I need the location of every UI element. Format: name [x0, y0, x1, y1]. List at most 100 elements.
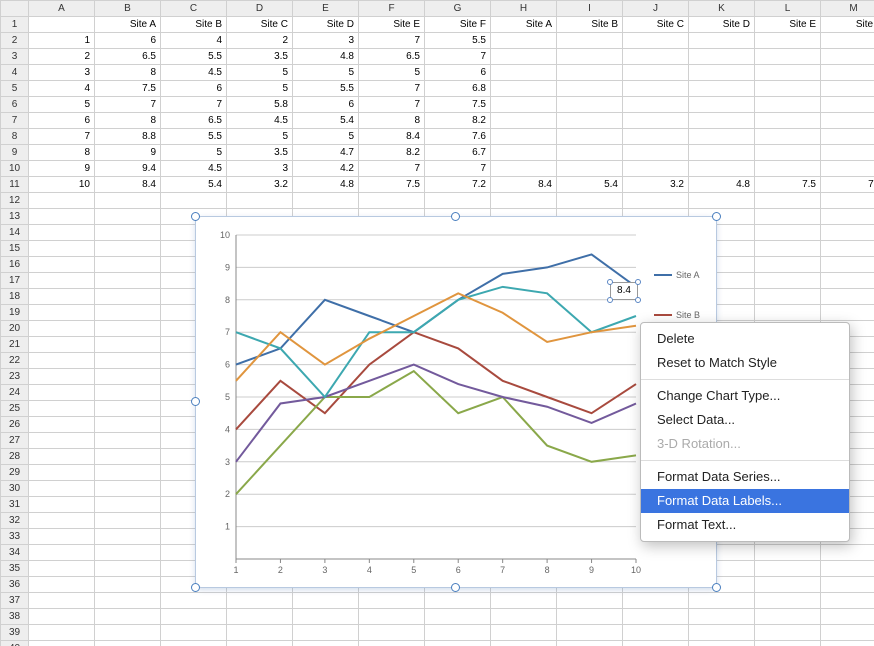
cell[interactable]: 5.8: [227, 97, 293, 113]
cell[interactable]: [755, 593, 821, 609]
cell[interactable]: [95, 433, 161, 449]
cell[interactable]: [227, 641, 293, 646]
cell[interactable]: [755, 625, 821, 641]
cell[interactable]: [29, 401, 95, 417]
cell[interactable]: 3.2: [623, 177, 689, 193]
cell[interactable]: [29, 625, 95, 641]
cell[interactable]: [689, 129, 755, 145]
cell[interactable]: 4.7: [293, 145, 359, 161]
row-header[interactable]: 7: [1, 113, 29, 129]
cell[interactable]: 5: [359, 65, 425, 81]
row-header[interactable]: 35: [1, 561, 29, 577]
label-handle[interactable]: [607, 279, 613, 285]
row-header[interactable]: 34: [1, 545, 29, 561]
cell[interactable]: [623, 129, 689, 145]
cell[interactable]: [95, 609, 161, 625]
cell[interactable]: [29, 369, 95, 385]
cell[interactable]: [359, 625, 425, 641]
cell[interactable]: [491, 161, 557, 177]
cell[interactable]: [623, 81, 689, 97]
cell[interactable]: [755, 273, 821, 289]
cell[interactable]: [29, 545, 95, 561]
cell[interactable]: 4: [161, 33, 227, 49]
cell[interactable]: [491, 193, 557, 209]
cell[interactable]: [557, 33, 623, 49]
cell[interactable]: [821, 49, 874, 65]
cell[interactable]: [623, 97, 689, 113]
col-header[interactable]: D: [227, 1, 293, 17]
cell[interactable]: [821, 641, 874, 646]
label-handle[interactable]: [635, 297, 641, 303]
row-header[interactable]: 26: [1, 417, 29, 433]
col-header[interactable]: B: [95, 1, 161, 17]
cell[interactable]: [29, 561, 95, 577]
cell[interactable]: [95, 545, 161, 561]
cell[interactable]: [821, 593, 874, 609]
cell[interactable]: [29, 273, 95, 289]
chart-context-menu[interactable]: DeleteReset to Match StyleChange Chart T…: [640, 322, 850, 542]
cell[interactable]: [689, 81, 755, 97]
cell[interactable]: 6: [161, 81, 227, 97]
cell[interactable]: 6.7: [425, 145, 491, 161]
column-header-row[interactable]: A B C D E F G H I J K L M: [1, 1, 874, 17]
row-header[interactable]: 27: [1, 433, 29, 449]
cell[interactable]: 8: [29, 145, 95, 161]
row-header[interactable]: 31: [1, 497, 29, 513]
cell[interactable]: [491, 65, 557, 81]
cell[interactable]: [29, 497, 95, 513]
cell[interactable]: [821, 193, 874, 209]
cell[interactable]: 8.2: [425, 113, 491, 129]
data-label-selected[interactable]: 8.4: [610, 282, 638, 300]
cell[interactable]: [755, 577, 821, 593]
chart-resize-handle[interactable]: [712, 212, 721, 221]
cell[interactable]: Site E: [755, 17, 821, 33]
row-header[interactable]: 21: [1, 337, 29, 353]
cell[interactable]: [491, 641, 557, 646]
cell[interactable]: [425, 625, 491, 641]
cell[interactable]: [689, 113, 755, 129]
row-header[interactable]: 38: [1, 609, 29, 625]
cell[interactable]: [95, 193, 161, 209]
row-header[interactable]: 11: [1, 177, 29, 193]
table-row[interactable]: 11108.45.43.24.87.57.28.45.43.24.87.57.2: [1, 177, 874, 193]
cell[interactable]: [425, 641, 491, 646]
cell[interactable]: 7: [29, 129, 95, 145]
table-row[interactable]: 40: [1, 641, 874, 646]
row-header[interactable]: 36: [1, 577, 29, 593]
cell[interactable]: 7: [95, 97, 161, 113]
cell[interactable]: [689, 65, 755, 81]
cell[interactable]: [755, 257, 821, 273]
col-header[interactable]: F: [359, 1, 425, 17]
cell[interactable]: [755, 561, 821, 577]
cell[interactable]: [95, 449, 161, 465]
cell[interactable]: [755, 65, 821, 81]
cell[interactable]: [557, 625, 623, 641]
cell[interactable]: [29, 225, 95, 241]
table-row[interactable]: 37: [1, 593, 874, 609]
cell[interactable]: [293, 641, 359, 646]
row-header[interactable]: 16: [1, 257, 29, 273]
cell[interactable]: [425, 609, 491, 625]
cell[interactable]: [821, 209, 874, 225]
cell[interactable]: [95, 481, 161, 497]
cell[interactable]: [491, 625, 557, 641]
cell[interactable]: [557, 129, 623, 145]
cell[interactable]: [755, 97, 821, 113]
label-handle[interactable]: [635, 279, 641, 285]
cell[interactable]: 4.8: [293, 49, 359, 65]
cell[interactable]: [821, 625, 874, 641]
cell[interactable]: [161, 193, 227, 209]
cell[interactable]: 4.5: [161, 65, 227, 81]
series-line[interactable]: [236, 293, 636, 380]
cell[interactable]: 5.4: [557, 177, 623, 193]
cell[interactable]: [95, 273, 161, 289]
cell[interactable]: [29, 241, 95, 257]
cell[interactable]: Site E: [359, 17, 425, 33]
cell[interactable]: [95, 641, 161, 646]
cell[interactable]: [623, 641, 689, 646]
cell[interactable]: [161, 609, 227, 625]
table-row[interactable]: 65775.8677.5: [1, 97, 874, 113]
col-header[interactable]: G: [425, 1, 491, 17]
cell[interactable]: 5.5: [161, 129, 227, 145]
cell[interactable]: 8: [95, 65, 161, 81]
